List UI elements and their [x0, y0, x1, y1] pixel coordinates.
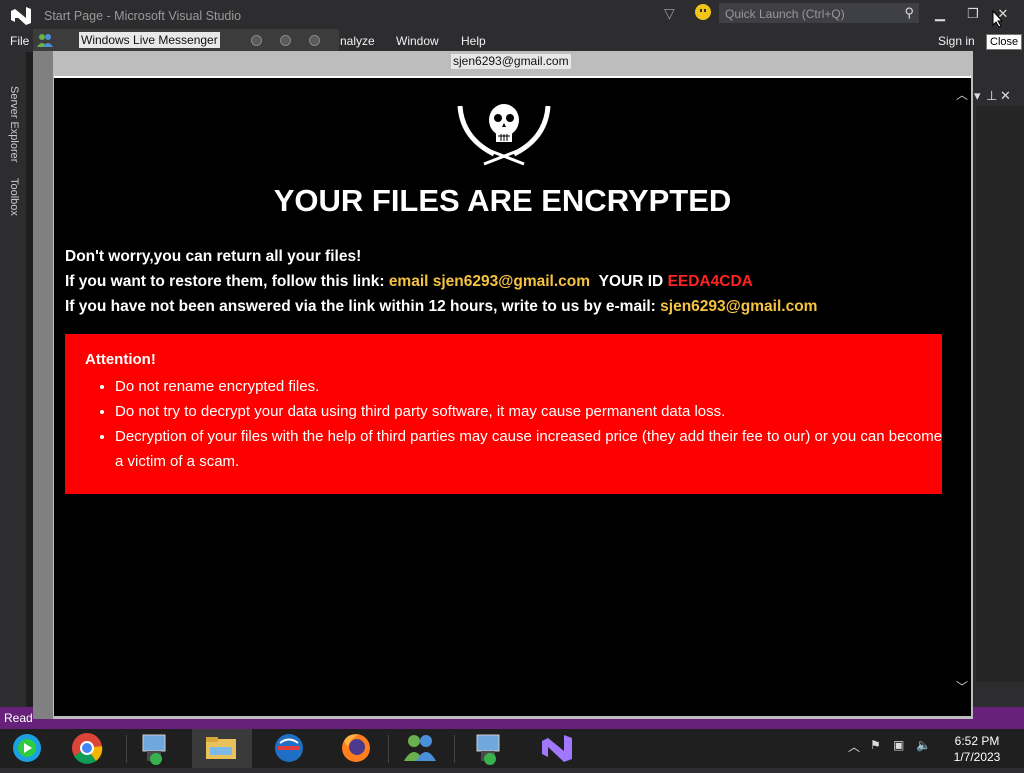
restore-line: If you want to restore them, follow this…: [65, 273, 753, 291]
panel-dropdown-icon[interactable]: ▾: [974, 88, 981, 104]
window-control-icon[interactable]: [309, 35, 320, 46]
search-icon[interactable]: ⚲: [904, 3, 914, 23]
messenger-icon: [37, 34, 53, 47]
attention-list: Do not rename encrypted files. Do not tr…: [85, 374, 950, 474]
clock-time: 6:52 PM: [954, 734, 1000, 748]
messenger-title: Windows Live Messenger: [79, 32, 220, 48]
victim-id: EEDA4CDA: [667, 273, 753, 290]
restore-line-text: If you want to restore them, follow this…: [65, 273, 385, 290]
frame-left-edge: [33, 51, 53, 719]
scroll-up-icon[interactable]: ︿: [956, 86, 968, 103]
firefox-icon[interactable]: [326, 729, 384, 768]
notification-filter-icon[interactable]: ▽: [664, 5, 675, 22]
network-icon[interactable]: ▣: [893, 738, 904, 752]
action-center-flag-icon[interactable]: ⚑: [870, 738, 881, 752]
taskbar-separator: [388, 735, 389, 763]
volume-icon[interactable]: 🔈: [916, 738, 931, 752]
solution-explorer-panel: [976, 106, 1024, 682]
ransom-content: YOUR FILES ARE ENCRYPTED Don't worry,you…: [54, 76, 971, 716]
scrollbar[interactable]: ︿ ﹀: [954, 80, 970, 700]
visual-studio-icon[interactable]: [528, 729, 586, 768]
scroll-down-icon[interactable]: ﹀: [956, 678, 968, 695]
taskbar-clock[interactable]: 6:52 PM 1/7/2023: [944, 733, 1010, 765]
close-tooltip: Close: [986, 34, 1023, 50]
media-center-icon[interactable]: [0, 729, 58, 768]
window-title: Start Page - Microsoft Visual Studio: [44, 9, 242, 23]
show-hidden-icons-icon[interactable]: ︿: [848, 738, 860, 755]
pin-icon[interactable]: ⊥: [986, 88, 997, 104]
file-explorer-icon[interactable]: [192, 729, 252, 768]
window-control-icon[interactable]: [251, 35, 262, 46]
reassurance-line: Don't worry,you can return all your file…: [65, 248, 362, 265]
opera-icon[interactable]: [258, 729, 316, 768]
menu-file[interactable]: File: [10, 34, 29, 48]
minimize-button[interactable]: ▁: [930, 6, 950, 24]
taskbar-separator: [454, 735, 455, 763]
chrome-icon[interactable]: [58, 729, 116, 768]
server-explorer-tab[interactable]: Server Explorer: [8, 86, 20, 162]
jolly-roger-icon: [457, 104, 551, 166]
ransom-headline: YOUR FILES ARE ENCRYPTED: [273, 183, 732, 218]
restore-email-link[interactable]: email sjen6293@gmail.com: [389, 273, 590, 290]
network-installer-icon[interactable]: [126, 729, 184, 768]
ransom-window: Windows Live Messenger sjen6293@gmail.co…: [33, 29, 973, 719]
fallback-contact-text: If you have not been answered via the li…: [65, 298, 656, 315]
panel-close-icon[interactable]: ✕: [1000, 88, 1011, 104]
attention-title: Attention!: [85, 351, 156, 368]
quick-launch-placeholder: Quick Launch (Ctrl+Q): [725, 7, 845, 21]
attention-item: Decryption of your files with the help o…: [115, 424, 950, 474]
installer-icon[interactable]: [460, 729, 518, 768]
mouse-cursor-icon: [992, 10, 1004, 28]
visual-studio-logo-icon: [11, 7, 31, 25]
messenger-icon[interactable]: [392, 729, 450, 768]
vs-titlebar: Start Page - Microsoft Visual Studio ▽ Q…: [0, 0, 1024, 32]
toolbox-tab[interactable]: Toolbox: [8, 178, 20, 216]
restore-button[interactable]: ❐: [963, 6, 983, 24]
fallback-contact-line: If you have not been answered via the li…: [65, 298, 817, 316]
clock-date: 1/7/2023: [953, 750, 1001, 764]
status-text: Read: [4, 711, 33, 725]
feedback-smiley-icon[interactable]: [695, 4, 711, 20]
email-banner: sjen6293@gmail.com: [451, 54, 571, 69]
quick-launch-input[interactable]: Quick Launch (Ctrl+Q) ⚲: [719, 3, 919, 23]
attention-box: Attention! Do not rename encrypted files…: [65, 334, 942, 494]
attention-item: Do not try to decrypt your data using th…: [115, 399, 950, 424]
window-control-icon[interactable]: [280, 35, 291, 46]
attention-item: Do not rename encrypted files.: [115, 374, 950, 399]
ransom-frame: sjen6293@gmail.com YOUR FILES ARE ENCRYP…: [33, 51, 973, 719]
fallback-email[interactable]: sjen6293@gmail.com: [660, 298, 817, 315]
messenger-titlebar: Windows Live Messenger: [33, 29, 339, 51]
your-id-label: YOUR ID: [598, 273, 664, 290]
